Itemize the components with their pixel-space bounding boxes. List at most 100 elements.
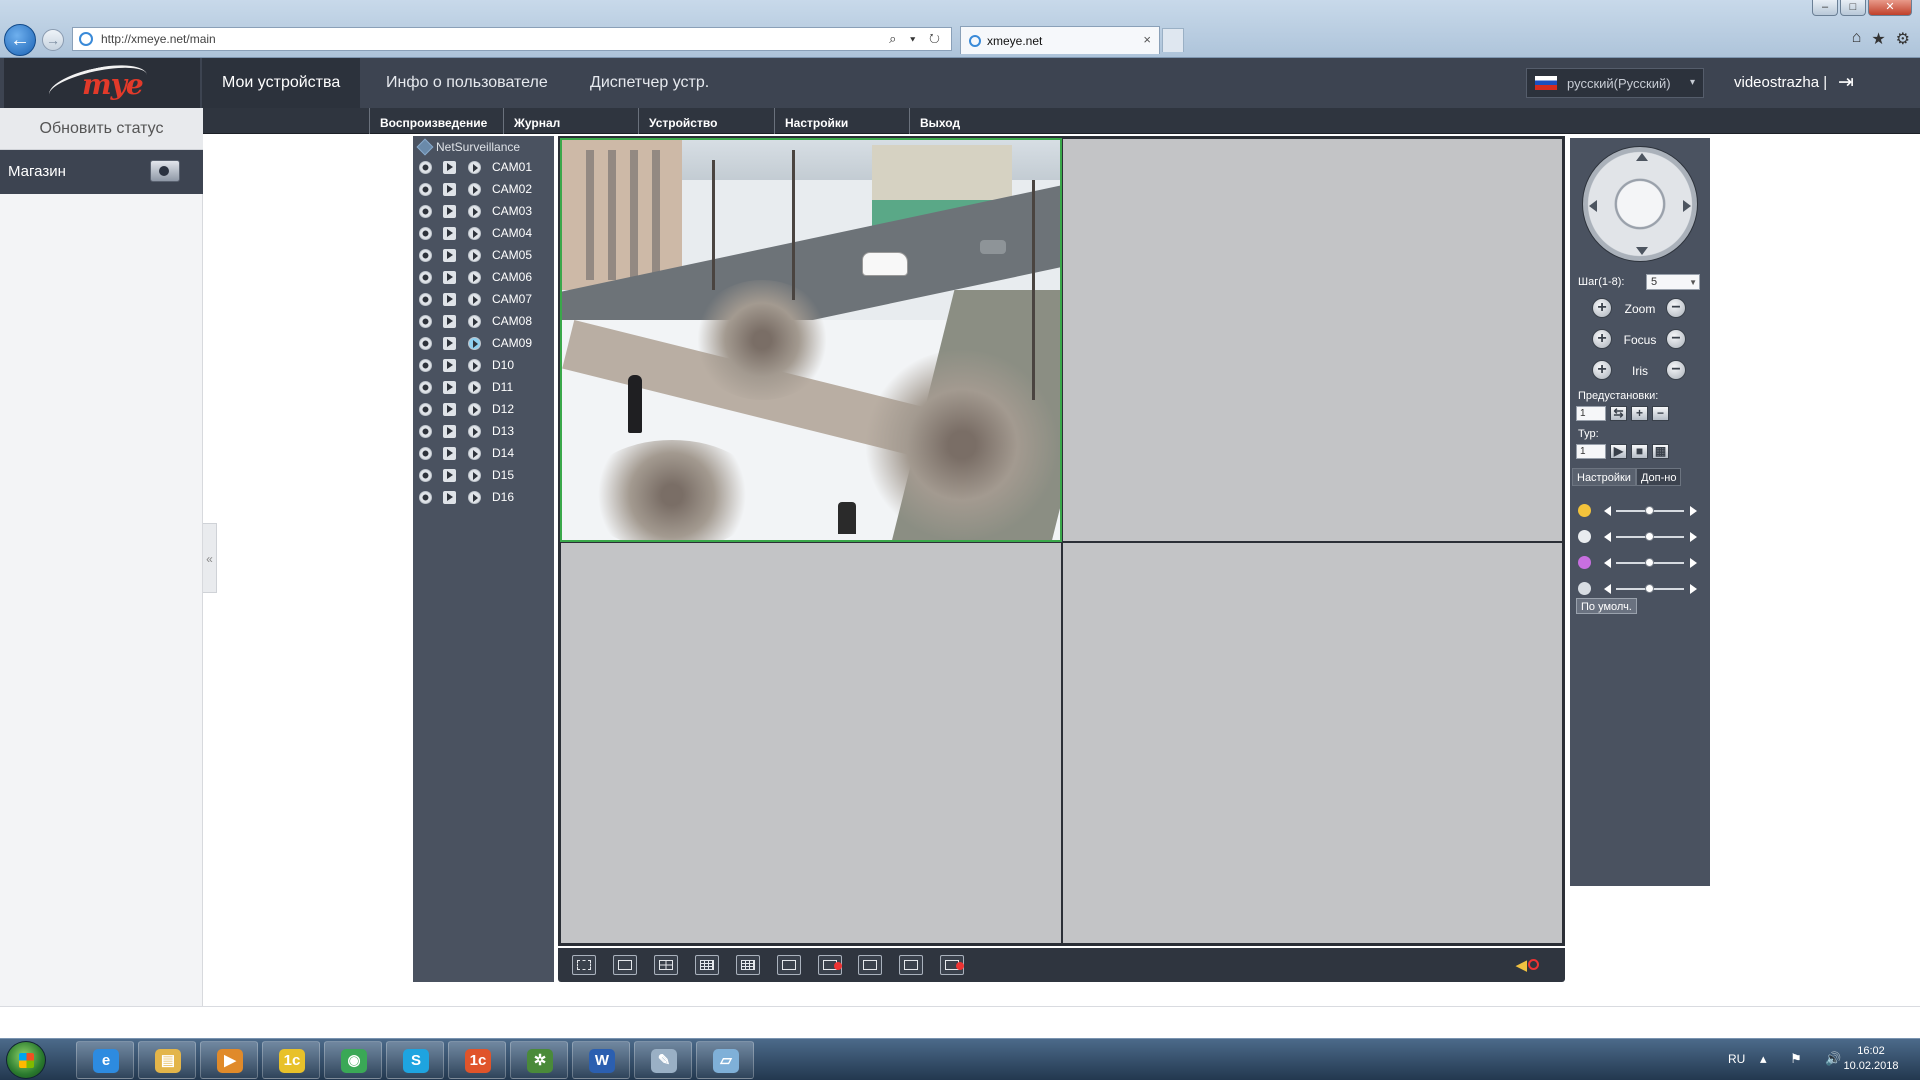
open-video-icon[interactable]: [468, 446, 481, 460]
playback-icon[interactable]: [443, 204, 456, 218]
tab-user-info[interactable]: Инфо о пользователе: [366, 58, 568, 108]
taskbar-chrome[interactable]: ◉: [324, 1041, 382, 1079]
channel-row[interactable]: CAM07: [413, 288, 554, 310]
taskbar-ie[interactable]: e: [76, 1041, 134, 1079]
record-icon[interactable]: [419, 226, 432, 240]
contrast-slider[interactable]: [1570, 528, 1710, 546]
gear-icon[interactable]: ⚙: [1896, 29, 1910, 49]
increase-icon[interactable]: [1690, 506, 1697, 516]
search-refresh-icons[interactable]: ⌕ ▾ ↻: [889, 31, 945, 47]
saturation-slider[interactable]: [1570, 554, 1710, 572]
slider-thumb[interactable]: [1645, 532, 1654, 541]
playback-icon[interactable]: [443, 446, 456, 460]
step-select[interactable]: 5: [1646, 274, 1700, 290]
decrease-icon[interactable]: [1604, 506, 1611, 516]
tree-root[interactable]: NetSurveillance: [416, 138, 520, 156]
menu-settings[interactable]: Настройки: [774, 108, 884, 134]
slider-thumb[interactable]: [1645, 506, 1654, 515]
maximize-button[interactable]: □: [1840, 0, 1866, 16]
video-cell-4[interactable]: [1062, 542, 1563, 944]
open-video-icon[interactable]: [468, 380, 481, 394]
playback-icon[interactable]: [443, 490, 456, 504]
slider-thumb[interactable]: [1645, 558, 1654, 567]
record-icon[interactable]: [419, 182, 432, 196]
playback-icon[interactable]: [443, 160, 456, 174]
increase-icon[interactable]: [1690, 558, 1697, 568]
layout-16-button[interactable]: [736, 955, 760, 975]
record-icon[interactable]: [419, 424, 432, 438]
open-video-icon[interactable]: [468, 468, 481, 482]
stop-record-button[interactable]: [940, 955, 964, 975]
playback-icon[interactable]: [443, 358, 456, 372]
logout-icon[interactable]: ⇥: [1838, 72, 1860, 94]
iris-minus-button[interactable]: −: [1666, 360, 1686, 380]
open-video-icon[interactable]: [468, 314, 481, 328]
channel-row[interactable]: D16: [413, 486, 554, 508]
open-all-button[interactable]: [777, 955, 801, 975]
increase-icon[interactable]: [1690, 584, 1697, 594]
add-preset-button[interactable]: +: [1631, 406, 1648, 421]
open-video-icon[interactable]: [468, 226, 481, 240]
slider-thumb[interactable]: [1645, 584, 1654, 593]
channel-row[interactable]: D10: [413, 354, 554, 376]
tour-grid-button[interactable]: ▦: [1652, 444, 1669, 459]
arrow-left-icon[interactable]: [1589, 200, 1597, 212]
browser-tab[interactable]: xmeye.net ×: [960, 26, 1160, 54]
open-video-icon[interactable]: [468, 292, 481, 306]
layout-1-button[interactable]: [613, 955, 637, 975]
open-video-icon[interactable]: [468, 160, 481, 174]
channel-row[interactable]: D11: [413, 376, 554, 398]
new-tab-button[interactable]: [1162, 28, 1184, 52]
focus-minus-button[interactable]: −: [1666, 329, 1686, 349]
record-icon[interactable]: [419, 248, 432, 262]
zoom-out-button[interactable]: −: [1666, 298, 1686, 318]
channel-row[interactable]: CAM04: [413, 222, 554, 244]
channel-row[interactable]: CAM03: [413, 200, 554, 222]
record-icon[interactable]: [419, 468, 432, 482]
layout-4-button[interactable]: [654, 955, 678, 975]
record-icon[interactable]: [419, 314, 432, 328]
channel-row[interactable]: D14: [413, 442, 554, 464]
channel-row[interactable]: D12: [413, 398, 554, 420]
favorites-icon[interactable]: ★: [1871, 29, 1885, 49]
forward-button[interactable]: →: [42, 29, 64, 51]
taskbar-1c-enterprise[interactable]: 1с: [448, 1041, 506, 1079]
open-video-icon[interactable]: [468, 424, 481, 438]
minimize-button[interactable]: –: [1812, 0, 1838, 16]
taskbar-paint[interactable]: ✎: [634, 1041, 692, 1079]
playback-icon[interactable]: [443, 336, 456, 350]
goto-preset-button[interactable]: ⇆: [1610, 406, 1627, 421]
tour-input[interactable]: 1: [1576, 444, 1606, 459]
increase-icon[interactable]: [1690, 532, 1697, 542]
snapshot-button[interactable]: [858, 955, 882, 975]
record-icon[interactable]: [419, 292, 432, 306]
start-tour-button[interactable]: ▶: [1610, 444, 1627, 459]
tab-image-settings[interactable]: Настройки: [1572, 468, 1636, 486]
arrow-up-icon[interactable]: [1636, 153, 1648, 161]
open-video-icon[interactable]: [468, 336, 481, 350]
open-video-icon[interactable]: [468, 270, 481, 284]
default-button[interactable]: По умолч.: [1576, 598, 1637, 614]
language-select[interactable]: русский(Русский) ▾: [1526, 68, 1704, 98]
hue-slider[interactable]: [1570, 580, 1710, 598]
close-all-button[interactable]: [818, 955, 842, 975]
channel-row[interactable]: D15: [413, 464, 554, 486]
volume-icon[interactable]: ◀: [1515, 956, 1527, 974]
channel-row[interactable]: CAM05: [413, 244, 554, 266]
address-bar[interactable]: http://xmeye.net/main ⌕ ▾ ↻: [72, 27, 952, 51]
refresh-status-button[interactable]: Обновить статус: [0, 108, 203, 150]
record-icon[interactable]: [419, 358, 432, 372]
record-icon[interactable]: [419, 446, 432, 460]
playback-icon[interactable]: [443, 226, 456, 240]
channel-row[interactable]: CAM06: [413, 266, 554, 288]
url-text[interactable]: http://xmeye.net/main: [101, 32, 216, 46]
collapse-sidebar-handle[interactable]: «: [203, 523, 217, 593]
taskbar-1c[interactable]: 1с: [262, 1041, 320, 1079]
channel-row[interactable]: D13: [413, 420, 554, 442]
video-cell-2[interactable]: [1062, 138, 1563, 542]
open-video-icon[interactable]: [468, 358, 481, 372]
playback-icon[interactable]: [443, 292, 456, 306]
channel-row[interactable]: CAM08: [413, 310, 554, 332]
taskbar-notepad[interactable]: ▱: [696, 1041, 754, 1079]
arrow-right-icon[interactable]: [1683, 200, 1691, 212]
